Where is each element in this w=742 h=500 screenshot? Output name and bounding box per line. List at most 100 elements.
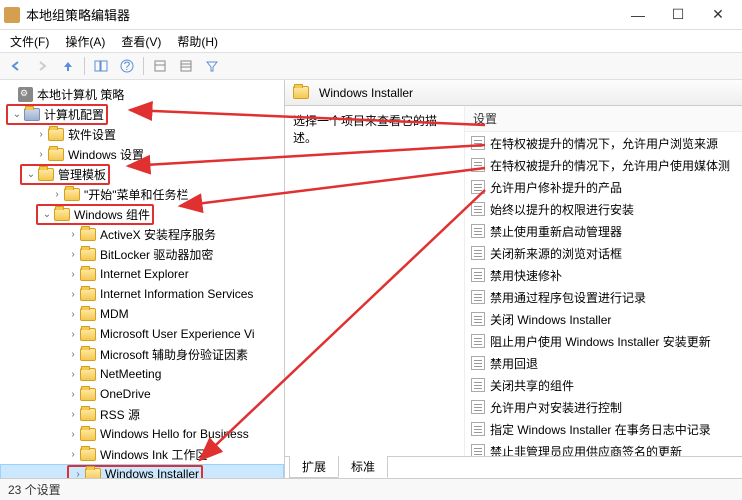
- tree-item[interactable]: ›ActiveX 安装程序服务: [0, 224, 284, 244]
- expand-icon[interactable]: ›: [66, 269, 80, 280]
- setting-item[interactable]: 允许用户对安装进行控制: [465, 396, 742, 418]
- expand-icon[interactable]: ›: [66, 409, 80, 420]
- setting-item[interactable]: 允许用户修补提升的产品: [465, 176, 742, 198]
- tree-admin-templates[interactable]: ⌄ 管理模板: [0, 164, 284, 184]
- expand-icon[interactable]: ›: [66, 429, 80, 440]
- expand-icon[interactable]: ›: [66, 309, 80, 320]
- setting-item[interactable]: 禁用回退: [465, 352, 742, 374]
- tree-windows-components[interactable]: ⌄ Windows 组件: [0, 204, 284, 224]
- expand-icon[interactable]: ›: [34, 129, 48, 140]
- expand-icon[interactable]: ⌄: [40, 209, 54, 220]
- tree-item[interactable]: ›OneDrive: [0, 384, 284, 404]
- folder-icon: [80, 388, 96, 401]
- expand-icon[interactable]: ›: [66, 349, 80, 360]
- tree-pane[interactable]: 本地计算机 策略 ⌄ 计算机配置 › 软件设置 › Windows 设置 ⌄ 管…: [0, 80, 285, 478]
- tree-item[interactable]: ›RSS 源: [0, 404, 284, 424]
- menu-file[interactable]: 文件(F): [2, 31, 57, 52]
- expand-icon[interactable]: ›: [66, 369, 80, 380]
- tree-item[interactable]: › NetMeeting: [0, 364, 284, 384]
- setting-icon: [471, 158, 485, 172]
- expand-icon[interactable]: ›: [34, 149, 48, 160]
- tree-item[interactable]: ›Windows Hello for Business: [0, 424, 284, 444]
- up-button[interactable]: [56, 55, 80, 77]
- expand-icon[interactable]: ›: [66, 329, 80, 340]
- tab-extended[interactable]: 扩展: [289, 456, 339, 478]
- setting-item[interactable]: 禁止非管理员应用供应商签名的更新: [465, 440, 742, 456]
- folder-icon: [80, 288, 96, 301]
- folder-icon: [80, 408, 96, 421]
- menu-action[interactable]: 操作(A): [57, 31, 113, 52]
- tree-label: Windows Ink 工作区: [100, 446, 207, 463]
- close-button[interactable]: ✕: [698, 1, 738, 29]
- expand-icon[interactable]: ›: [66, 289, 80, 300]
- setting-icon: [471, 268, 485, 282]
- folder-icon: [54, 208, 70, 221]
- folder-icon: [80, 308, 96, 321]
- filter-icon[interactable]: [200, 55, 224, 77]
- help-icon[interactable]: ?: [115, 55, 139, 77]
- setting-item[interactable]: 在特权被提升的情况下，允许用户浏览来源: [465, 132, 742, 154]
- tree-root[interactable]: 本地计算机 策略: [0, 84, 284, 104]
- tree-label: NetMeeting: [100, 367, 161, 381]
- show-hide-tree-button[interactable]: [89, 55, 113, 77]
- tree-item[interactable]: ›Microsoft User Experience Vi: [0, 324, 284, 344]
- folder-icon: [85, 468, 101, 479]
- tab-standard[interactable]: 标准: [338, 456, 388, 478]
- tree-item[interactable]: ›Windows Installer: [0, 464, 284, 478]
- settings-list[interactable]: 设置 在特权被提升的情况下，允许用户浏览来源在特权被提升的情况下，允许用户使用媒…: [465, 106, 742, 456]
- setting-label: 关闭共享的组件: [490, 377, 574, 394]
- setting-item[interactable]: 始终以提升的权限进行安装: [465, 198, 742, 220]
- details-tabs: 扩展 标准: [285, 456, 742, 478]
- column-header-setting[interactable]: 设置: [465, 106, 742, 132]
- tree-computer-config[interactable]: ⌄ 计算机配置: [0, 104, 284, 124]
- back-button[interactable]: [4, 55, 28, 77]
- expand-icon[interactable]: ›: [66, 249, 80, 260]
- tree-label: Internet Explorer: [100, 267, 189, 281]
- tree-item[interactable]: ›MDM: [0, 304, 284, 324]
- tree-start-taskbar[interactable]: › "开始"菜单和任务栏: [0, 184, 284, 204]
- folder-icon: [80, 448, 96, 461]
- setting-item[interactable]: 关闭 Windows Installer: [465, 308, 742, 330]
- minimize-button[interactable]: —: [618, 1, 658, 29]
- maximize-button[interactable]: ☐: [658, 1, 698, 29]
- tree-item[interactable]: ›Internet Information Services: [0, 284, 284, 304]
- tree-item[interactable]: › Windows Ink 工作区: [0, 444, 284, 464]
- menu-view[interactable]: 查看(V): [113, 31, 169, 52]
- expand-icon[interactable]: ›: [66, 449, 80, 460]
- tree-label: 软件设置: [68, 126, 116, 143]
- menu-help[interactable]: 帮助(H): [169, 31, 226, 52]
- tree-item[interactable]: › Internet Explorer: [0, 264, 284, 284]
- tree-label: Microsoft 辅助身份验证因素: [100, 346, 248, 363]
- tree-label: 管理模板: [58, 166, 106, 183]
- setting-item[interactable]: 关闭共享的组件: [465, 374, 742, 396]
- setting-item[interactable]: 禁止使用重新启动管理器: [465, 220, 742, 242]
- setting-item[interactable]: 禁用通过程序包设置进行记录: [465, 286, 742, 308]
- expand-icon[interactable]: ›: [66, 229, 80, 240]
- setting-label: 允许用户修补提升的产品: [490, 179, 622, 196]
- setting-icon: [471, 400, 485, 414]
- setting-label: 关闭 Windows Installer: [490, 311, 611, 328]
- expand-icon[interactable]: ›: [71, 469, 85, 479]
- toolbar-separator: [84, 57, 85, 75]
- forward-button[interactable]: [30, 55, 54, 77]
- setting-item[interactable]: 禁用快速修补: [465, 264, 742, 286]
- tree-item[interactable]: › Microsoft 辅助身份验证因素: [0, 344, 284, 364]
- setting-item[interactable]: 指定 Windows Installer 在事务日志中记录: [465, 418, 742, 440]
- setting-item[interactable]: 阻止用户使用 Windows Installer 安装更新: [465, 330, 742, 352]
- expand-icon[interactable]: ⌄: [24, 169, 38, 180]
- view-details-button[interactable]: [148, 55, 172, 77]
- setting-label: 指定 Windows Installer 在事务日志中记录: [490, 421, 711, 438]
- folder-icon: [80, 348, 96, 361]
- tree-windows-settings[interactable]: › Windows 设置: [0, 144, 284, 164]
- expand-icon[interactable]: ›: [66, 389, 80, 400]
- folder-icon: [80, 228, 96, 241]
- expand-icon[interactable]: ›: [50, 189, 64, 200]
- expand-icon[interactable]: ⌄: [10, 109, 24, 120]
- tree-label: "开始"菜单和任务栏: [84, 186, 189, 203]
- tree-item[interactable]: ›BitLocker 驱动器加密: [0, 244, 284, 264]
- view-list-button[interactable]: [174, 55, 198, 77]
- tree-software-settings[interactable]: › 软件设置: [0, 124, 284, 144]
- setting-item[interactable]: 关闭新来源的浏览对话框: [465, 242, 742, 264]
- folder-icon: [80, 368, 96, 381]
- setting-item[interactable]: 在特权被提升的情况下，允许用户使用媒体测: [465, 154, 742, 176]
